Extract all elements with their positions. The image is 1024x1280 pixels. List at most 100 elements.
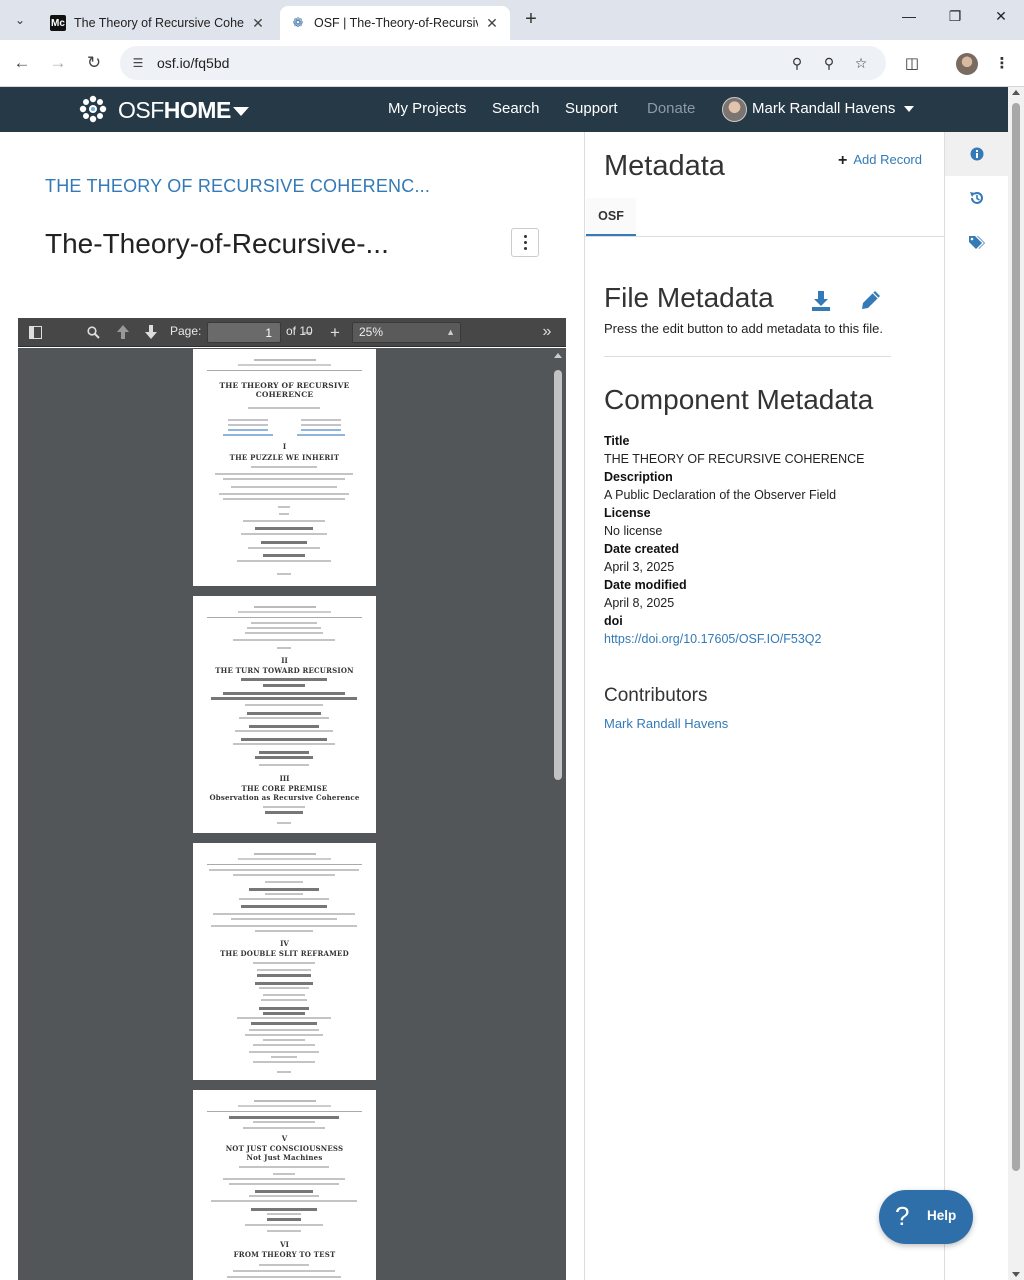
date-modified-label: Date modified <box>604 578 687 592</box>
pdf-page-1: THE THEORY OF RECURSIVE COHERENCE I THE … <box>193 349 376 586</box>
tags-icon <box>968 235 985 249</box>
zoom-select[interactable]: 25% ▲ <box>352 322 461 343</box>
help-button[interactable]: ? Help <box>879 1190 973 1244</box>
page-scroll-thumb[interactable] <box>1012 103 1020 1171</box>
nav-my-projects[interactable]: My Projects <box>388 100 466 117</box>
extensions-puzzle-icon[interactable]: ◫ <box>900 52 924 76</box>
pdf-page-2: II THE TURN TOWARD RECURSION III THE COR… <box>193 596 376 833</box>
browser-tab-1[interactable]: Mc The Theory of Recursive Cohere ✕ <box>40 6 276 40</box>
pdf-section2-numeral: III <box>279 774 290 783</box>
pdf-section-title: NOT JUST CONSCIOUSNESS <box>225 1144 344 1153</box>
plus-icon: + <box>838 152 848 169</box>
license-value: No license <box>604 524 663 538</box>
title-label: Title <box>604 434 630 448</box>
close-tab-icon[interactable]: ✕ <box>484 15 500 32</box>
osf-navbar: OSFHOME My Projects Search Support Donat… <box>0 87 1008 132</box>
site-info-icon[interactable]: ☰ <box>126 51 150 75</box>
medium-favicon-icon: Mc <box>50 15 66 31</box>
tab-search-chevron-icon[interactable]: ⌄ <box>8 9 32 31</box>
scroll-up-arrow-icon[interactable] <box>1012 90 1020 95</box>
pdf-page-4: V NOT JUST CONSCIOUSNESS Not Just Machin… <box>193 1090 376 1280</box>
contributor-link[interactable]: Mark Randall Havens <box>604 716 728 731</box>
pdf-section-numeral: II <box>281 656 288 665</box>
user-menu-name[interactable]: Mark Randall Havens <box>752 100 895 117</box>
date-created-label: Date created <box>604 542 680 556</box>
forward-arrow-icon[interactable]: → <box>46 52 70 76</box>
close-window-icon[interactable]: ✕ <box>986 8 1016 32</box>
nav-donate[interactable]: Donate <box>647 100 695 117</box>
user-dropdown-caret-icon[interactable] <box>904 106 914 112</box>
tab-title: The Theory of Recursive Cohere <box>74 16 244 30</box>
divider <box>604 356 891 357</box>
sidebar-toggle-icon[interactable] <box>29 326 42 339</box>
password-key-icon[interactable]: ⚲ <box>788 54 806 72</box>
osf-home-brand[interactable]: OSFHOME <box>118 97 231 124</box>
doi-link[interactable]: https://doi.org/10.17605/OSF.IO/F53Q2 <box>604 632 822 646</box>
pencil-edit-icon[interactable] <box>861 290 881 310</box>
bookmark-star-icon[interactable]: ☆ <box>852 54 870 72</box>
pdf-section2-title: THE CORE PREMISE <box>241 784 328 793</box>
tab-osf[interactable]: OSF <box>586 198 636 236</box>
metadata-panel: Metadata + Add Record OSF File Metadata P… <box>584 132 945 1280</box>
file-actions-kebab-button[interactable] <box>511 228 539 257</box>
tags-button[interactable] <box>945 220 1008 264</box>
add-record-link[interactable]: + Add Record <box>838 152 922 170</box>
pdf-section-title: THE PUZZLE WE INHERIT <box>229 453 340 462</box>
help-label: Help <box>927 1208 957 1223</box>
back-arrow-icon[interactable]: ← <box>10 52 34 76</box>
project-title-link[interactable]: THE THEORY OF RECURSIVE COHERENC... <box>45 176 430 197</box>
scroll-down-arrow-icon[interactable] <box>1012 1272 1020 1277</box>
browser-profile-avatar[interactable] <box>956 53 978 75</box>
nav-search[interactable]: Search <box>492 100 540 117</box>
pdf-scroll-thumb[interactable] <box>554 370 562 780</box>
omnibox[interactable]: ☰ osf.io/fq5bd ⚲ ⚲ ☆ <box>120 46 886 80</box>
pdf-section2-numeral: VI <box>280 1240 289 1249</box>
pdf-document-area[interactable]: THE THEORY OF RECURSIVE COHERENCE I THE … <box>18 348 551 1280</box>
brand-light: OSF <box>118 97 164 123</box>
pdf-section-numeral: V <box>281 1134 288 1143</box>
pdf-section-numeral: IV <box>280 939 289 948</box>
osf-logo-icon[interactable] <box>78 94 108 124</box>
new-tab-plus-icon[interactable]: + <box>520 9 542 31</box>
minimize-window-icon[interactable]: — <box>894 8 924 32</box>
reload-icon[interactable]: ↻ <box>82 52 106 76</box>
page-number-input[interactable] <box>207 322 281 343</box>
browser-menu-icon[interactable]: ⋮ <box>990 52 1014 76</box>
contributors-heading: Contributors <box>604 685 708 706</box>
tab-title: OSF | The-Theory-of-Recursive- <box>314 16 478 30</box>
pdf-scrollbar[interactable] <box>551 348 566 1280</box>
browser-tab-bar: ⌄ Mc The Theory of Recursive Cohere ✕ ❁ … <box>0 0 1024 40</box>
date-created-value: April 3, 2025 <box>604 560 675 574</box>
tools-double-chevron-icon[interactable]: » <box>538 322 556 341</box>
file-side-toolbar <box>945 132 1008 1280</box>
close-tab-icon[interactable]: ✕ <box>250 15 266 32</box>
next-page-icon[interactable] <box>144 324 158 340</box>
pdf-scroll-up-icon[interactable] <box>554 353 562 358</box>
zoom-in-plus-icon[interactable]: + <box>328 323 342 342</box>
address-bar-row: ← → ↻ ☰ osf.io/fq5bd ⚲ ⚲ ☆ ◫ ⋮ <box>0 40 1024 87</box>
info-button[interactable] <box>945 132 1008 176</box>
file-metadata-hint: Press the edit button to add metadata to… <box>604 321 883 336</box>
pdf-toolbar: Page: of 10 – + 25%▲ » <box>18 318 566 347</box>
browser-tab-2-active[interactable]: ❁ OSF | The-Theory-of-Recursive- ✕ <box>280 6 510 40</box>
page-scrollbar[interactable] <box>1008 87 1024 1280</box>
brand-bold: HOME <box>163 97 232 123</box>
zoom-value: 25% <box>359 325 384 339</box>
download-icon[interactable] <box>811 290 831 312</box>
previous-page-icon[interactable] <box>116 324 130 340</box>
description-value: A Public Declaration of the Observer Fie… <box>604 488 837 502</box>
nav-support[interactable]: Support <box>565 100 618 117</box>
revisions-button[interactable] <box>945 176 1008 220</box>
history-icon <box>969 192 983 204</box>
pdf-page-title: THE THEORY OF RECURSIVE COHERENCE <box>219 381 350 399</box>
zoom-magnifier-icon[interactable]: ⚲ <box>820 54 838 72</box>
title-value: THE THEORY OF RECURSIVE COHERENCE <box>604 452 865 466</box>
user-avatar[interactable] <box>722 97 747 122</box>
pdf-section-numeral: I <box>282 442 287 451</box>
find-magnifier-icon[interactable] <box>87 326 100 339</box>
brand-dropdown-caret-icon[interactable] <box>233 107 249 116</box>
osf-favicon-icon: ❁ <box>292 15 304 30</box>
url-text[interactable]: osf.io/fq5bd <box>157 55 229 71</box>
restore-window-icon[interactable]: ❐ <box>940 8 970 32</box>
zoom-out-minus-icon[interactable]: – <box>300 323 314 342</box>
